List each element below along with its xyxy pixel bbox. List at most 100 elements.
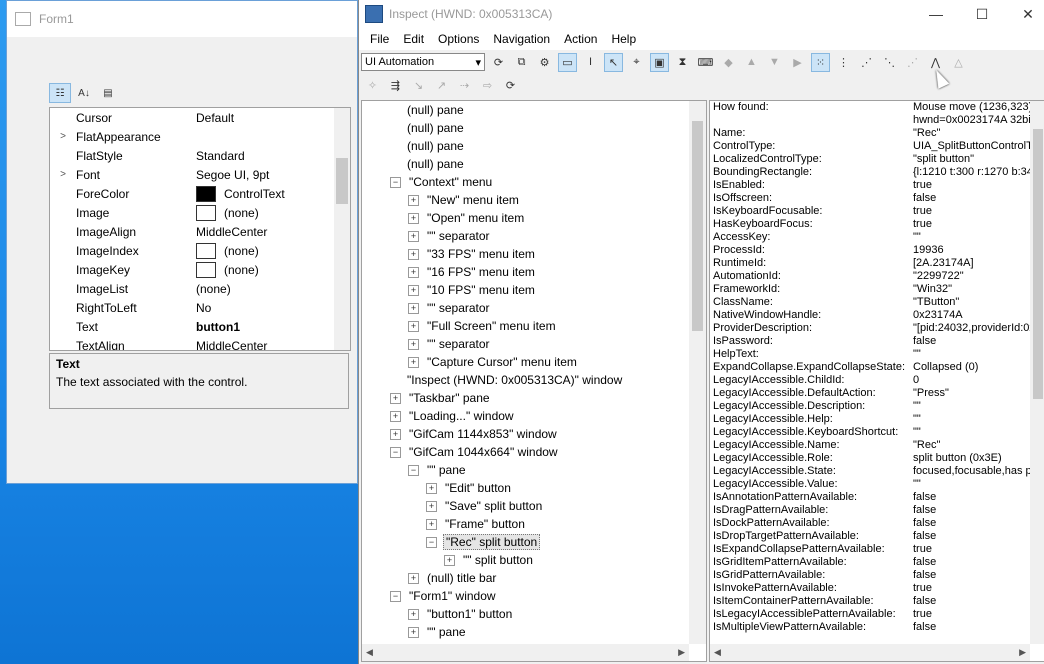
property-row[interactable]: ImageKey (none) [50,260,350,279]
alphabetical-sort-icon[interactable]: A↓ [73,83,95,103]
expand-icon[interactable]: + [408,248,419,260]
property-row[interactable]: LegacyIAccessible.Description: "" [710,400,1044,413]
property-row[interactable]: IsLegacyIAccessiblePatternAvailable: true [710,608,1044,621]
property-row[interactable]: IsPassword: false [710,335,1044,348]
tree-node[interactable]: + "Frame" button [362,515,706,533]
property-row[interactable]: hwnd=0x0023174A 32bit [710,114,1044,127]
navigate-down-icon[interactable]: ▼ [765,53,784,72]
hover-select-icon[interactable]: ⌖ [627,53,646,72]
property-row[interactable]: IsMultipleViewPatternAvailable: false [710,621,1044,634]
tree-node-label[interactable]: "10 FPS" menu item [425,283,537,297]
tree-walker-icon[interactable]: △ [949,53,968,72]
property-value[interactable]: (none) [196,242,259,259]
property-row[interactable]: LegacyIAccessible.Help: "" [710,413,1044,426]
hourglass-icon[interactable]: ⧗ [673,53,692,72]
tree-node[interactable]: − "Form1" window [362,587,706,605]
menu-item-options[interactable]: Options [431,32,486,46]
properties-horizontal-scrollbar[interactable]: ◀ ▶ [710,644,1030,661]
watch-icon[interactable]: ⇶ [386,76,405,95]
property-value[interactable]: ControlText [196,185,285,202]
tree-node[interactable]: − "GifCam 1044x664" window [362,443,706,461]
scroll-left-icon[interactable]: ◀ [366,647,373,658]
tree-node-label[interactable]: "" split button [461,553,535,567]
tree-node[interactable]: (null) pane [362,137,706,155]
expand-icon[interactable]: + [390,428,401,440]
property-row[interactable]: LegacyIAccessible.Value: "" [710,478,1044,491]
tree-vertical-scrollbar[interactable] [689,101,706,644]
property-row[interactable]: NativeWindowHandle: 0x23174A [710,309,1044,322]
tree-node-label[interactable]: "GifCam 1044x664" window [407,445,560,459]
tree-node[interactable]: − "" pane [362,461,706,479]
expand-icon[interactable] [390,106,399,115]
previous-sibling-icon[interactable]: ⋰ [903,53,922,72]
expand-icon[interactable]: + [444,554,455,566]
property-row[interactable]: ImageIndex (none) [50,241,350,260]
collapse-icon[interactable]: − [390,590,401,602]
go-icon[interactable]: ⇨ [478,76,497,95]
expand-icon[interactable]: + [408,284,419,296]
property-row[interactable]: ControlType: UIA_SplitButtonControlTy [710,140,1044,153]
property-value[interactable]: (none) [196,261,259,278]
tree-node-label[interactable]: "Save" split button [443,499,544,513]
menu-item-navigation[interactable]: Navigation [486,32,557,46]
tree-node[interactable]: + "Open" menu item [362,209,706,227]
tree-node[interactable]: − "Rec" split button [362,533,706,551]
maximize-icon[interactable]: ☐ [959,0,1005,28]
property-row[interactable]: IsGridPatternAvailable: false [710,569,1044,582]
property-row[interactable]: ImageAlign MiddleCenter [50,222,350,241]
property-row[interactable]: Name: "Rec" [710,127,1044,140]
form1-title-bar[interactable]: Form1 [7,1,357,37]
tree-node-label[interactable]: "Inspect (HWND: 0x005313CA)" window [405,373,624,387]
expand-icon[interactable]: + [408,338,419,350]
property-row[interactable]: IsAnnotationPatternAvailable: false [710,491,1044,504]
tree-node[interactable]: + "" separator [362,299,706,317]
tree-node-label[interactable]: (null) title bar [425,571,498,585]
minimize-icon[interactable]: — [913,0,959,28]
pointer-watch-icon[interactable]: ↖ [604,52,623,72]
tree-node-label[interactable]: "Full Screen" menu item [425,319,558,333]
property-row[interactable]: > Font Segoe UI, 9pt [50,165,350,184]
expand-icon[interactable]: + [390,392,401,404]
copy-icon[interactable]: ⧉ [512,53,531,72]
navigate-up-icon[interactable]: ▲ [742,53,761,72]
property-row[interactable]: LegacyIAccessible.Role: split button (0x3… [710,452,1044,465]
next-sibling-icon[interactable]: ⋱ [880,53,899,72]
step-over-icon[interactable]: ↗ [432,76,451,95]
step-in-icon[interactable]: ↘ [409,76,428,95]
refresh-tree-icon[interactable]: ⟳ [501,76,520,95]
expand-icon[interactable]: + [408,626,419,638]
tree-node[interactable]: − "Context" menu [362,173,706,191]
tree-node-label[interactable]: (null) pane [405,103,466,117]
tree-node-label[interactable]: "" separator [425,337,492,351]
expand-icon[interactable]: + [408,266,419,278]
tree-node-label[interactable]: "16 FPS" menu item [425,265,537,279]
tree-node-label[interactable]: "" pane [425,625,468,639]
tree-node-label[interactable]: "Edit" button [443,481,513,495]
action-icon[interactable]: ✧ [363,76,382,95]
property-value[interactable]: Default [196,111,234,125]
property-row[interactable]: LocalizedControlType: "split button" [710,153,1044,166]
property-grid-scrollbar[interactable] [334,108,350,350]
property-row[interactable]: IsExpandCollapsePatternAvailable: true [710,543,1044,556]
tree-node[interactable]: "Inspect (HWND: 0x005313CA)" window [362,371,706,389]
expand-icon[interactable] [390,160,399,169]
inspect-title-bar[interactable]: Inspect (HWND: 0x005313CA) — ☐ ✕ [359,0,1044,28]
property-row[interactable]: ClassName: "TButton" [710,296,1044,309]
tree-node[interactable]: + "Loading..." window [362,407,706,425]
tree-node-label[interactable]: "33 FPS" menu item [425,247,537,261]
tree-node-label[interactable]: (null) pane [405,121,466,135]
property-row[interactable]: IsKeyboardFocusable: true [710,205,1044,218]
scroll-right-icon[interactable]: ▶ [1019,647,1026,658]
expand-icon[interactable]: + [426,518,437,530]
property-value[interactable]: button1 [196,320,240,334]
expand-icon[interactable]: + [408,320,419,332]
tree-node[interactable]: + "16 FPS" menu item [362,263,706,281]
tree-node[interactable]: + "Capture Cursor" menu item [362,353,706,371]
property-row[interactable]: How found: Mouse move (1236,323) [710,101,1044,114]
tree-node-label[interactable]: "Form1" window [407,589,498,603]
tree-node[interactable]: + "GifCam 1144x853" window [362,425,706,443]
property-value[interactable]: (none) [196,282,231,296]
tree-node-label[interactable]: "" separator [425,301,492,315]
property-row[interactable]: LegacyIAccessible.DefaultAction: "Press" [710,387,1044,400]
property-row[interactable]: AutomationId: "2299722" [710,270,1044,283]
